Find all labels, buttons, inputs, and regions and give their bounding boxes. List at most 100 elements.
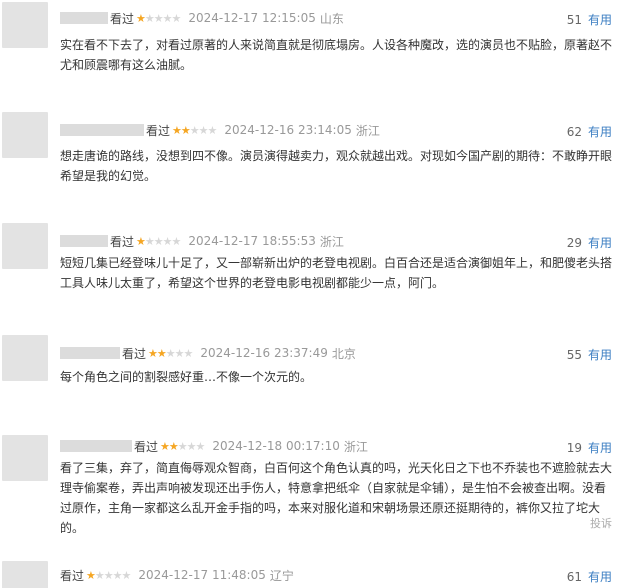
useful-vote[interactable]: 51 有用 (567, 11, 612, 28)
review-location: 山东 (319, 11, 344, 26)
review-time: 2024-12-17 11:48:05 (138, 568, 266, 582)
avatar[interactable] (2, 112, 48, 158)
rating-stars: ★ ★ ★ ★ ★ (172, 123, 218, 137)
watch-status: 看过 (110, 234, 135, 249)
useful-vote[interactable]: 61 有用 (567, 568, 612, 585)
useful-button[interactable]: 有用 (588, 348, 612, 362)
review-meta: 看过 ★ ★ ★ ★ ★ 2024-12-17 18:55:53 浙江 (60, 232, 344, 250)
username[interactable] (60, 124, 144, 136)
review-time: 2024-12-16 23:14:05 (224, 123, 352, 137)
star-filled-icon: ★ (86, 568, 96, 582)
star-empty-icon: ★ (94, 568, 105, 582)
avatar[interactable] (2, 2, 48, 48)
watch-status: 看过 (146, 123, 171, 138)
review-content: 想走唐诡的路线，没想到四不像。演员演得越卖力，观众就越出戏。对现如今国产剧的期待… (60, 149, 613, 183)
comments-page: 看过 ★ ★ ★ ★ ★ 2024-12-17 12:15:05 山东 51 有用 实在看… (0, 0, 636, 588)
star-filled-icon: ★ (136, 234, 146, 248)
username[interactable] (60, 347, 120, 359)
avatar[interactable] (2, 335, 48, 381)
review-time: 2024-12-18 00:17:10 (212, 439, 340, 453)
useful-vote[interactable]: 19 有用 (567, 439, 612, 456)
username[interactable] (60, 440, 132, 452)
star-filled-icon: ★ (172, 123, 182, 137)
useful-count: 19 (566, 441, 582, 455)
star-empty-icon: ★ (103, 568, 114, 582)
star-filled-icon: ★ (156, 346, 167, 360)
useful-button[interactable]: 有用 (588, 13, 612, 27)
useful-button[interactable]: 有用 (588, 570, 612, 584)
review-content: 看了三集，弃了，简直侮辱观众智商，白百何这个角色认真的吗，光天化日之下也不乔装也… (60, 461, 613, 535)
star-empty-icon: ★ (177, 439, 188, 453)
star-empty-icon: ★ (198, 123, 209, 137)
star-empty-icon: ★ (174, 346, 185, 360)
report-link[interactable]: 投诉 (590, 515, 612, 531)
useful-vote[interactable]: 55 有用 (567, 346, 612, 363)
avatar[interactable] (2, 561, 48, 588)
review-item: 看过 ★ ★ ★ ★ ★ 2024-12-16 23:37:49 北京 55 有用 每个角… (0, 325, 636, 425)
review-meta: 看过 ★ ★ ★ ★ ★ 2024-12-17 11:48:05 辽宁 (60, 566, 294, 584)
review-meta: 看过 ★ ★ ★ ★ ★ 2024-12-18 00:17:10 浙江 (60, 437, 368, 455)
star-empty-icon: ★ (153, 234, 164, 248)
username[interactable] (60, 235, 108, 247)
useful-button[interactable]: 有用 (588, 236, 612, 250)
review-item: 看过 ★ ★ ★ ★ ★ 2024-12-18 00:17:10 浙江 19 有用 看了三… (0, 425, 636, 555)
star-empty-icon: ★ (121, 568, 132, 582)
useful-count: 51 (566, 13, 582, 27)
review-content: 每个角色之间的割裂感好重…不像一个次元的。 (60, 370, 313, 384)
star-empty-icon: ★ (162, 234, 173, 248)
useful-vote[interactable]: 62 有用 (567, 123, 612, 140)
rating-stars: ★ ★ ★ ★ ★ (136, 11, 182, 25)
review-location: 辽宁 (269, 568, 294, 583)
watch-status: 看过 (134, 439, 159, 454)
review-meta: 看过 ★ ★ ★ ★ ★ 2024-12-17 12:15:05 山东 (60, 9, 344, 27)
review-item: 看过 ★ ★ ★ ★ ★ 2024-12-17 11:48:05 辽宁 61 有用 (0, 555, 636, 588)
review-meta: 看过 ★ ★ ★ ★ ★ 2024-12-16 23:37:49 北京 (60, 344, 356, 362)
review-item: 看过 ★ ★ ★ ★ ★ 2024-12-17 18:55:53 浙江 29 有用 短短几… (0, 215, 636, 325)
star-empty-icon: ★ (165, 346, 176, 360)
star-empty-icon: ★ (207, 123, 218, 137)
star-empty-icon: ★ (144, 234, 155, 248)
star-filled-icon: ★ (136, 11, 146, 25)
review-content: 实在看不下去了，对看过原著的人来说简直就是彻底塌房。人设各种魔改，选的演员也不贴… (60, 38, 613, 72)
star-empty-icon: ★ (195, 439, 206, 453)
star-empty-icon: ★ (183, 346, 194, 360)
review-content: 短短几集已经登味儿十足了，又一部崭新出炉的老登电视剧。白百合还是适合演御姐年上，… (60, 256, 613, 290)
review-location: 浙江 (319, 234, 344, 249)
review-location: 浙江 (355, 123, 380, 138)
useful-count: 62 (566, 125, 582, 139)
star-empty-icon: ★ (189, 123, 200, 137)
review-time: 2024-12-16 23:37:49 (200, 346, 328, 360)
avatar[interactable] (2, 223, 48, 269)
avatar[interactable] (2, 435, 48, 481)
star-empty-icon: ★ (171, 11, 182, 25)
useful-vote[interactable]: 29 有用 (567, 234, 612, 251)
watch-status: 看过 (110, 11, 135, 26)
useful-count: 55 (566, 348, 582, 362)
rating-stars: ★ ★ ★ ★ ★ (160, 439, 206, 453)
watch-status: 看过 (60, 568, 85, 583)
review-time: 2024-12-17 12:15:05 (188, 11, 316, 25)
useful-count: 61 (566, 570, 582, 584)
star-filled-icon: ★ (160, 439, 170, 453)
username[interactable] (60, 12, 108, 24)
review-location: 北京 (331, 346, 356, 361)
star-empty-icon: ★ (153, 11, 164, 25)
star-filled-icon: ★ (180, 123, 191, 137)
star-empty-icon: ★ (162, 11, 173, 25)
star-empty-icon: ★ (112, 568, 123, 582)
review-location: 浙江 (343, 439, 368, 454)
review-time: 2024-12-17 18:55:53 (188, 234, 316, 248)
star-empty-icon: ★ (186, 439, 197, 453)
rating-stars: ★ ★ ★ ★ ★ (148, 346, 194, 360)
useful-count: 29 (566, 236, 582, 250)
star-filled-icon: ★ (148, 346, 158, 360)
star-empty-icon: ★ (144, 11, 155, 25)
watch-status: 看过 (122, 346, 147, 361)
star-filled-icon: ★ (168, 439, 179, 453)
useful-button[interactable]: 有用 (588, 125, 612, 139)
review-meta: 看过 ★ ★ ★ ★ ★ 2024-12-16 23:14:05 浙江 (60, 121, 380, 139)
rating-stars: ★ ★ ★ ★ ★ (136, 234, 181, 248)
rating-stars: ★ ★ ★ ★ ★ (86, 568, 132, 582)
useful-button[interactable]: 有用 (588, 441, 612, 455)
review-item: 看过 ★ ★ ★ ★ ★ 2024-12-17 12:15:05 山东 51 有用 实在看… (0, 0, 636, 110)
